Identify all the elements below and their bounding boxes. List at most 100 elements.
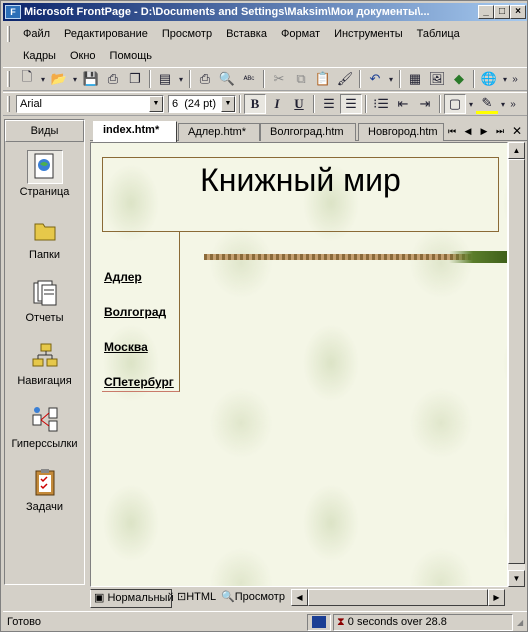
spelling-icon[interactable]: ᴬᴮᶜ: [238, 69, 260, 89]
menu-insert[interactable]: Вставка: [219, 28, 274, 40]
border-dropdown-icon[interactable]: ▾: [466, 94, 476, 114]
highlight-dropdown-icon[interactable]: ▾: [498, 94, 508, 114]
nav-link-spb[interactable]: СПетербург: [104, 375, 174, 389]
print-icon[interactable]: ⎙: [194, 69, 216, 89]
minimize-button[interactable]: _: [478, 5, 494, 19]
numbered-list-icon[interactable]: ⁝☰: [370, 94, 392, 114]
frontpage-window: F Microsoft FrontPage - D:\Documents and…: [0, 0, 528, 632]
insert-picture-icon[interactable]: 🖼: [426, 69, 448, 89]
scroll-down-icon[interactable]: ▼: [508, 570, 525, 587]
frontpage-app-icon[interactable]: F: [5, 5, 21, 19]
normal-view-icon: ▣: [94, 592, 105, 604]
toolbar-more-icon[interactable]: »: [510, 69, 520, 89]
highlight-icon[interactable]: ✎: [476, 94, 498, 114]
scroll-left-icon[interactable]: ◀: [291, 589, 308, 606]
copy-icon[interactable]: ⧉: [290, 69, 312, 89]
tab-next-icon[interactable]: ▶: [477, 124, 491, 138]
new-dropdown-icon[interactable]: ▾: [38, 69, 48, 89]
download-time-label: 0 seconds over 28.8: [347, 616, 447, 628]
view-folders[interactable]: Папки: [5, 209, 84, 271]
menu-frames[interactable]: Кадры: [16, 50, 63, 62]
open-dropdown-icon[interactable]: ▾: [70, 69, 80, 89]
menu-tools[interactable]: Инструменты: [327, 28, 410, 40]
bold-button[interactable]: B: [244, 94, 266, 114]
title-bar[interactable]: F Microsoft FrontPage - D:\Documents and…: [3, 3, 527, 21]
font-select[interactable]: Arial ▼: [16, 95, 164, 113]
save-icon[interactable]: 💾: [80, 69, 102, 89]
hyperlink-icon[interactable]: 🌐: [478, 69, 500, 89]
tab-prev-icon[interactable]: ◀: [461, 124, 475, 138]
views-header: Виды: [5, 120, 84, 142]
header-frame[interactable]: Книжный мир: [102, 157, 499, 232]
tab-preview[interactable]: 🔍Просмотр: [218, 589, 286, 608]
chevron-down-icon[interactable]: ▼: [221, 96, 235, 112]
open-icon[interactable]: 📂: [48, 69, 70, 89]
tasks-icon: [27, 465, 63, 499]
hyperlink-dropdown-icon[interactable]: ▾: [500, 69, 510, 89]
align-left-icon[interactable]: ☰: [318, 94, 340, 114]
paste-icon[interactable]: 📋: [312, 69, 334, 89]
insert-drawing-icon[interactable]: ◆: [448, 69, 470, 89]
increase-indent-icon[interactable]: ⇥: [414, 94, 436, 114]
publish-icon[interactable]: ⎙: [102, 69, 124, 89]
hscroll-thumb[interactable]: [308, 589, 488, 606]
print-preview-icon[interactable]: 🔍: [216, 69, 238, 89]
toolbar-grip[interactable]: [7, 71, 10, 87]
hyperlinks-icon: [27, 402, 63, 436]
decrease-indent-icon[interactable]: ⇤: [392, 94, 414, 114]
insert-table-icon[interactable]: ▦: [404, 69, 426, 89]
menu-view[interactable]: Просмотр: [155, 28, 219, 40]
scroll-thumb[interactable]: [508, 159, 525, 564]
views-dropdown-icon[interactable]: ▾: [176, 69, 186, 89]
view-page[interactable]: Страница: [5, 146, 84, 208]
italic-button[interactable]: I: [266, 94, 288, 114]
resize-grip-icon[interactable]: ◢: [517, 618, 527, 630]
page-editor[interactable]: Книжный мир Адлер Волгоград Москва СПете…: [90, 142, 508, 587]
align-center-icon[interactable]: ☰: [340, 94, 362, 114]
page-heading[interactable]: Книжный мир: [103, 162, 498, 199]
tab-html[interactable]: ⊡HTML: [174, 589, 218, 608]
font-size-select[interactable]: 6 (24 pt) ▼: [168, 95, 236, 113]
nav-frame[interactable]: Адлер Волгоград Москва СПетербург: [102, 232, 180, 392]
tab-close-icon[interactable]: ✕: [510, 124, 524, 138]
menu-window[interactable]: Окно: [63, 50, 103, 62]
new-page-icon[interactable]: 🗋: [16, 69, 38, 89]
menu-help[interactable]: Помощь: [103, 50, 160, 62]
vertical-scrollbar[interactable]: ▲ ▼: [508, 142, 525, 587]
horizontal-scrollbar[interactable]: ◀ ▶: [291, 589, 505, 606]
tab-first-icon[interactable]: ⏮: [445, 124, 459, 138]
view-hyperlinks[interactable]: Гиперссылки: [5, 398, 84, 460]
underline-button[interactable]: U: [288, 94, 310, 114]
tab-novgorod[interactable]: Новгород.htm: [358, 123, 444, 141]
cut-icon[interactable]: ✂: [268, 69, 290, 89]
tab-volgograd[interactable]: Волгоград.htm: [260, 123, 356, 141]
view-reports[interactable]: Отчеты: [5, 272, 84, 334]
nav-link-adler[interactable]: Адлер: [104, 270, 142, 284]
tab-index[interactable]: index.htm*: [93, 121, 177, 142]
folder-list-icon[interactable]: ❐: [124, 69, 146, 89]
menu-edit[interactable]: Редактирование: [57, 28, 155, 40]
maximize-button[interactable]: □: [494, 5, 510, 19]
nav-link-volgograd[interactable]: Волгоград: [104, 305, 166, 319]
menu-file[interactable]: Файл: [16, 28, 57, 40]
toolbar-more-icon[interactable]: »: [508, 94, 518, 114]
tab-last-icon[interactable]: ⏭: [493, 124, 507, 138]
views-bar-icon[interactable]: ▤: [154, 69, 176, 89]
menu-format[interactable]: Формат: [274, 28, 327, 40]
menu-table[interactable]: Таблица: [410, 28, 467, 40]
undo-dropdown-icon[interactable]: ▾: [386, 69, 396, 89]
nav-link-moscow[interactable]: Москва: [104, 340, 148, 354]
toolbar-grip-format[interactable]: [7, 96, 10, 112]
format-painter-icon[interactable]: 🖌: [334, 69, 356, 89]
view-navigation[interactable]: Навигация: [5, 335, 84, 397]
menu-grip[interactable]: [7, 26, 10, 42]
close-button[interactable]: ×: [510, 5, 526, 19]
tab-normal[interactable]: ▣ Нормальный: [90, 589, 174, 608]
view-tasks[interactable]: Задачи: [5, 461, 84, 523]
undo-icon[interactable]: ↶: [364, 69, 386, 89]
chevron-down-icon[interactable]: ▼: [149, 96, 163, 112]
scroll-up-icon[interactable]: ▲: [508, 142, 525, 159]
tab-adler[interactable]: Адлер.htm*: [178, 123, 260, 141]
border-icon[interactable]: ▢: [444, 94, 466, 114]
scroll-right-icon[interactable]: ▶: [488, 589, 505, 606]
